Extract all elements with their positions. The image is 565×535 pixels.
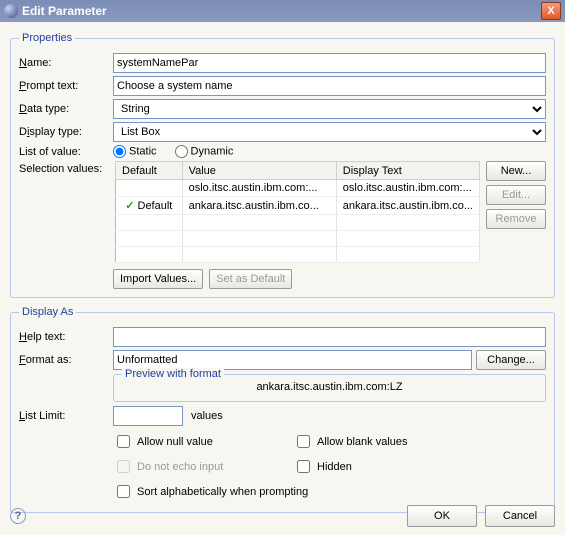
name-label: Name:: [19, 57, 109, 69]
bottom-bar: ? OK Cancel: [10, 505, 555, 527]
dynamic-radio-label[interactable]: Dynamic: [175, 145, 234, 158]
display-type-label: Display type:: [19, 126, 109, 138]
table-row[interactable]: [116, 215, 480, 231]
list-of-value-label: List of value:: [19, 146, 109, 158]
allow-null-checkbox[interactable]: [117, 435, 130, 448]
list-limit-label: List Limit:: [19, 410, 109, 422]
cancel-button[interactable]: Cancel: [485, 505, 555, 527]
name-input[interactable]: [113, 53, 546, 73]
col-value[interactable]: Value: [182, 162, 336, 180]
dynamic-radio[interactable]: [175, 145, 188, 158]
ok-button[interactable]: OK: [407, 505, 477, 527]
table-row[interactable]: [116, 231, 480, 247]
no-echo-checkbox: [117, 460, 130, 473]
check-icon: ✓: [125, 200, 134, 212]
allow-blank-label: Allow blank values: [317, 436, 408, 448]
remove-button[interactable]: Remove: [486, 209, 546, 229]
table-header-row: Default Value Display Text: [116, 162, 480, 180]
help-icon[interactable]: ?: [10, 508, 26, 524]
content: Properties Name: Prompt text: Data type:…: [0, 22, 565, 535]
cell-display: oslo.itsc.austin.ibm.com:...: [336, 180, 479, 197]
selection-button-column: New... Edit... Remove: [486, 161, 546, 229]
selection-values-table[interactable]: Default Value Display Text oslo.itsc.aus…: [115, 161, 480, 263]
cell-default: [116, 180, 183, 197]
col-default[interactable]: Default: [116, 162, 183, 180]
table-row[interactable]: ✓ Default ankara.itsc.austin.ibm.co... a…: [116, 197, 480, 215]
preview-text: ankara.itsc.austin.ibm.com:LZ: [120, 379, 539, 395]
data-type-label: Data type:: [19, 103, 109, 115]
set-as-default-button[interactable]: Set as Default: [209, 269, 292, 289]
sort-alpha-label: Sort alphabetically when prompting: [137, 486, 308, 498]
no-echo-label: Do not echo input: [137, 461, 223, 473]
preview-box: Preview with format ankara.itsc.austin.i…: [113, 374, 546, 402]
import-values-button[interactable]: Import Values...: [113, 269, 203, 289]
prompt-text-input[interactable]: [113, 76, 546, 96]
static-radio-label[interactable]: Static: [113, 145, 157, 158]
window-title: Edit Parameter: [22, 4, 541, 18]
display-as-legend: Display As: [19, 306, 76, 318]
col-display[interactable]: Display Text: [336, 162, 479, 180]
help-text-label: Help text:: [19, 331, 109, 343]
display-type-select[interactable]: List Box: [113, 122, 546, 142]
hidden-label: Hidden: [317, 461, 352, 473]
close-icon[interactable]: X: [541, 2, 561, 20]
change-button[interactable]: Change...: [476, 350, 546, 370]
values-label: values: [191, 410, 223, 422]
cell-value: oslo.itsc.austin.ibm.com:...: [182, 180, 336, 197]
hidden-checkbox[interactable]: [297, 460, 310, 473]
selection-values-label: Selection values:: [19, 161, 109, 175]
edit-button[interactable]: Edit...: [486, 185, 546, 205]
table-row[interactable]: [116, 247, 480, 263]
sort-alpha-checkbox[interactable]: [117, 485, 130, 498]
cell-display: ankara.itsc.austin.ibm.co...: [336, 197, 479, 215]
prompt-text-label: Prompt text:: [19, 80, 109, 92]
list-of-value-radios: Static Dynamic: [113, 145, 233, 158]
allow-null-label: Allow null value: [137, 436, 213, 448]
cell-value: ankara.itsc.austin.ibm.co...: [182, 197, 336, 215]
list-limit-input[interactable]: [113, 406, 183, 426]
display-as-group: Display As Help text: Format as: Change.…: [10, 306, 555, 513]
static-radio[interactable]: [113, 145, 126, 158]
preview-legend: Preview with format: [122, 368, 224, 380]
app-icon: [4, 4, 18, 18]
new-button[interactable]: New...: [486, 161, 546, 181]
titlebar: Edit Parameter X: [0, 0, 565, 22]
table-row[interactable]: oslo.itsc.austin.ibm.com:... oslo.itsc.a…: [116, 180, 480, 197]
allow-blank-checkbox[interactable]: [297, 435, 310, 448]
cell-default: ✓ Default: [116, 197, 183, 215]
properties-legend: Properties: [19, 32, 75, 44]
format-as-label: Format as:: [19, 354, 109, 366]
properties-group: Properties Name: Prompt text: Data type:…: [10, 32, 555, 298]
help-text-input[interactable]: [113, 327, 546, 347]
data-type-select[interactable]: String: [113, 99, 546, 119]
format-as-input: [113, 350, 472, 370]
